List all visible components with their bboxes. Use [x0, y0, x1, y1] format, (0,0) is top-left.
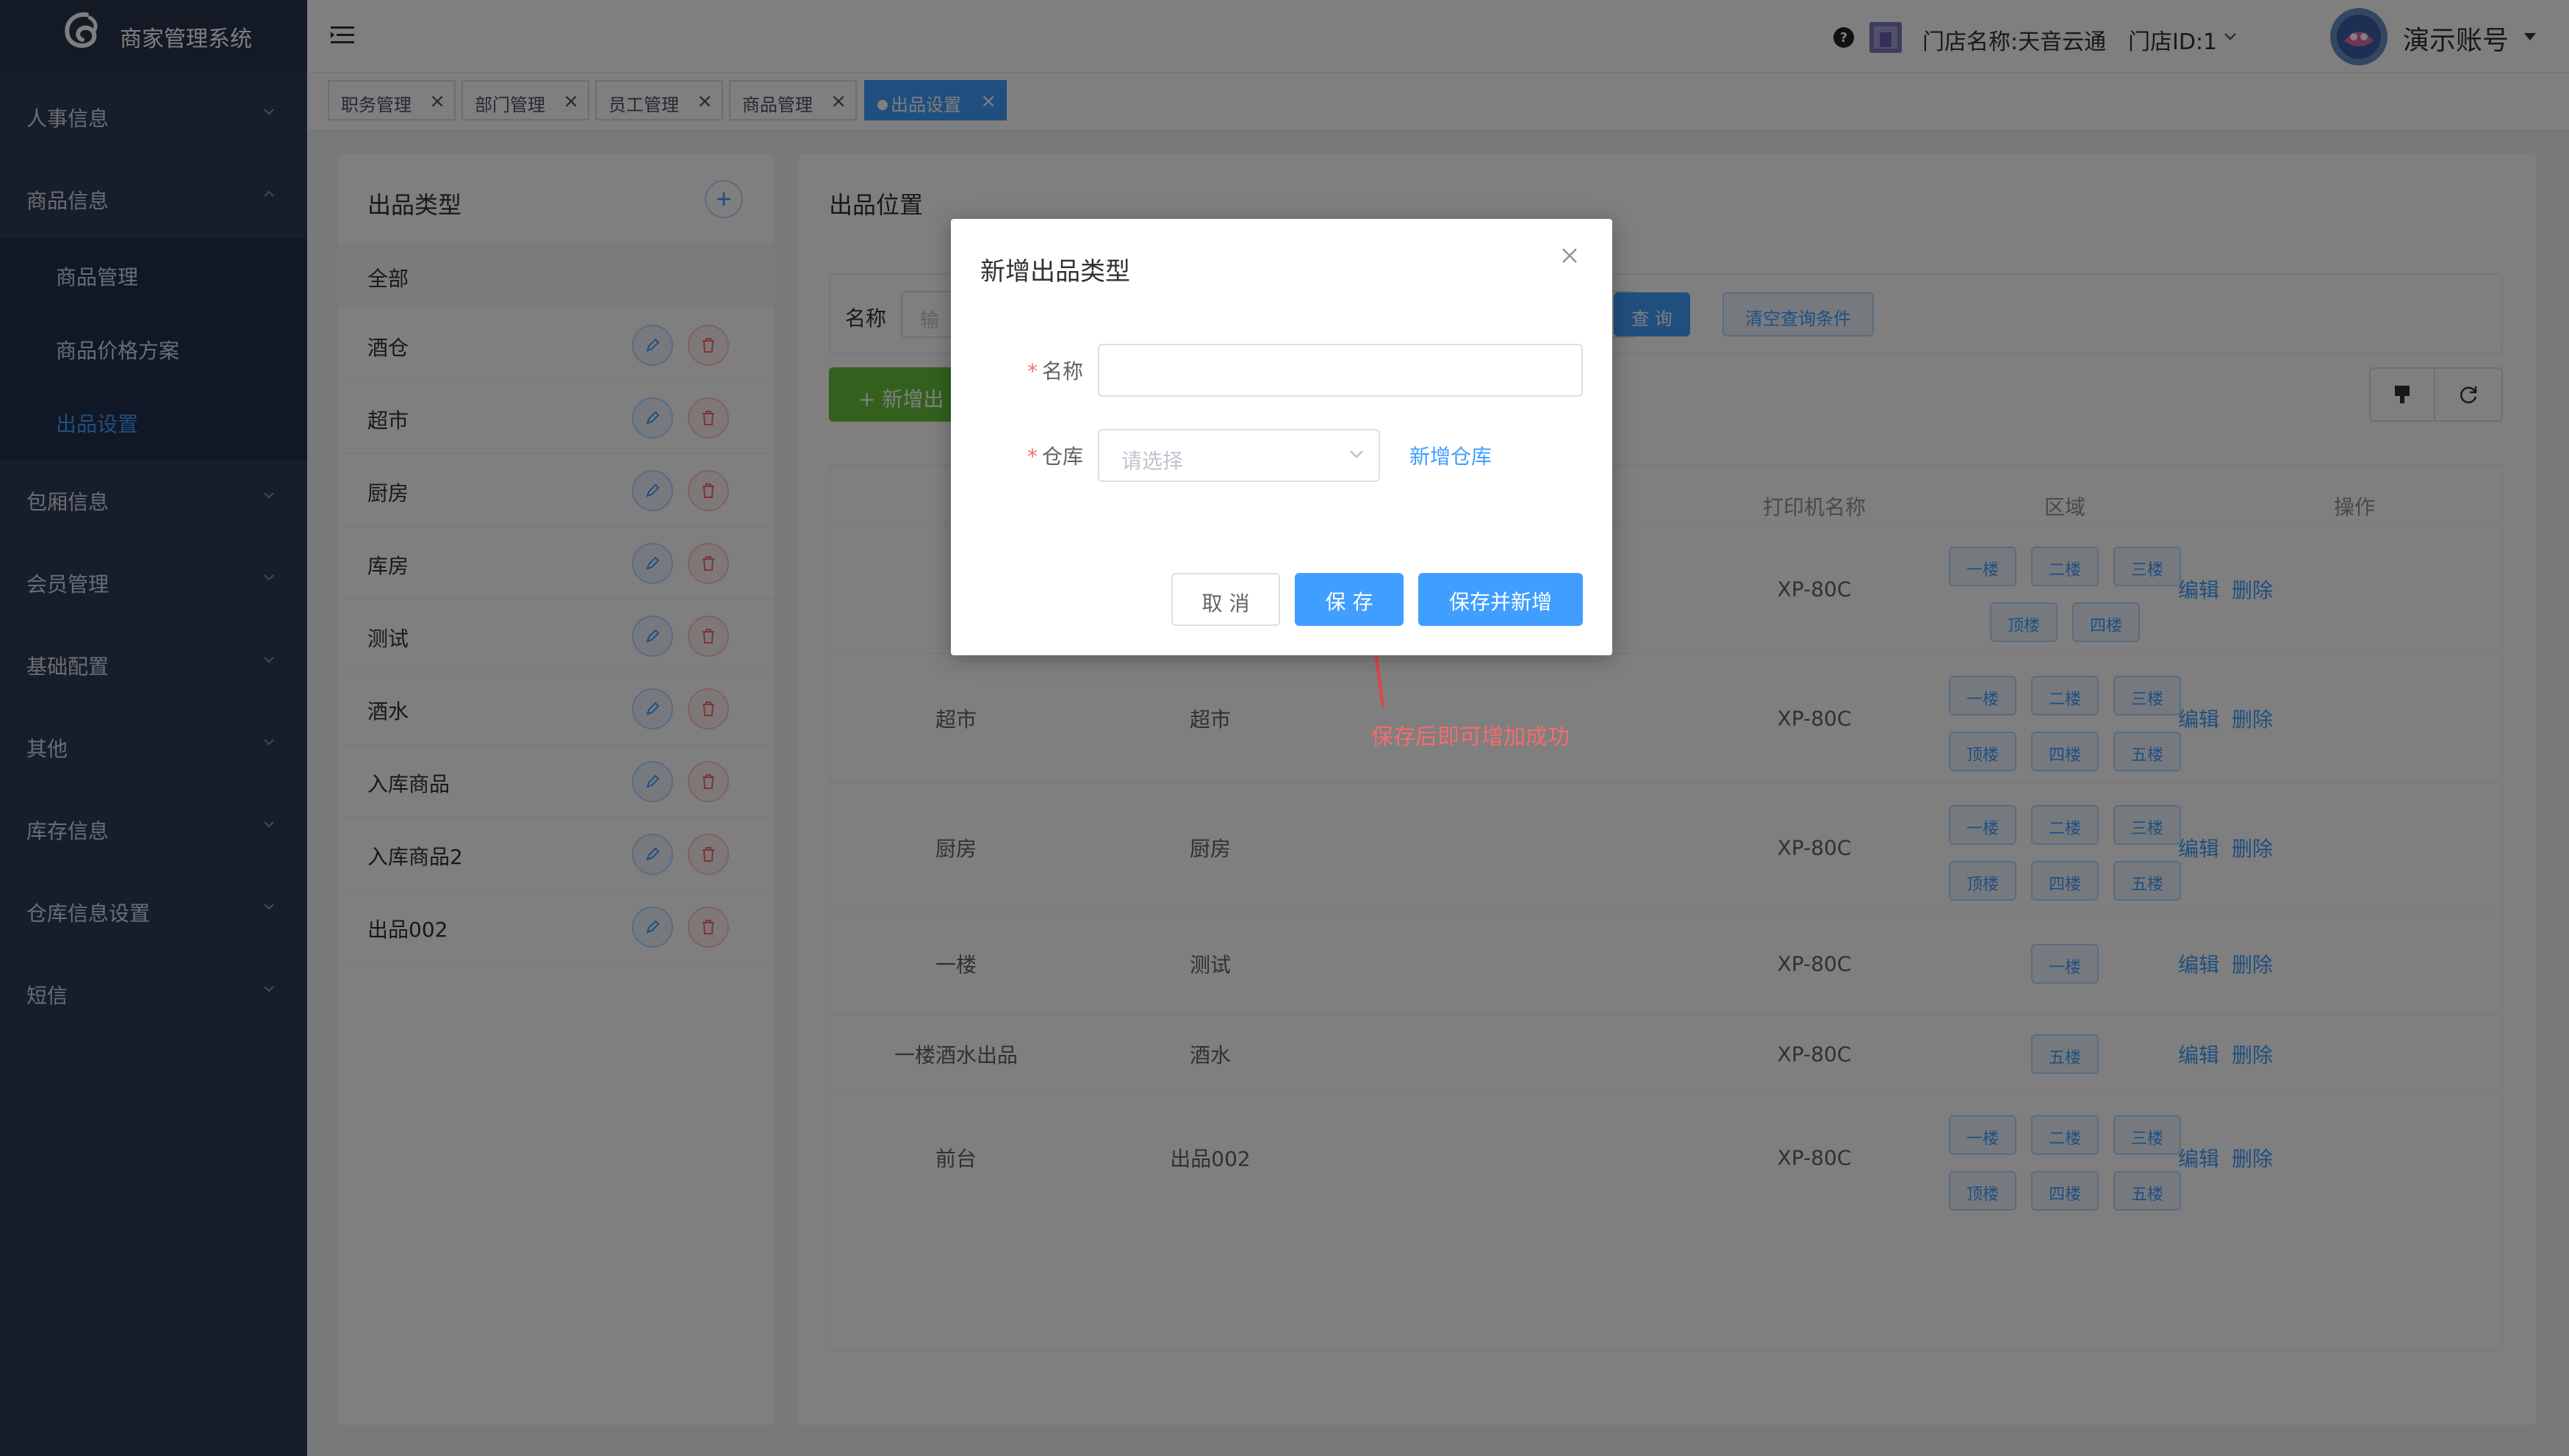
required-mark: * [1027, 444, 1038, 469]
new-warehouse-link[interactable]: 新增仓库 [1409, 441, 1492, 470]
annotation-text: 保存后即可增加成功 [1371, 724, 1570, 750]
close-icon[interactable] [1561, 247, 1578, 264]
label-text: 仓库 [1041, 444, 1083, 469]
warehouse-select[interactable]: 请选择 [1098, 429, 1380, 482]
label-text: 名称 [1041, 359, 1083, 383]
new-output-type-dialog: 新增出品类型 * 名称 * 仓库 请选择 新增仓库 取 消 保 存 保存并新增 [951, 219, 1612, 655]
dialog-title: 新增出品类型 [980, 257, 1130, 286]
select-placeholder: 请选择 [1121, 449, 1184, 473]
warehouse-field-label: * 仓库 [995, 441, 1083, 470]
chevron-down-icon [1349, 450, 1364, 458]
save-button[interactable]: 保 存 [1295, 573, 1404, 626]
name-input[interactable] [1098, 344, 1583, 397]
required-mark: * [1027, 359, 1038, 383]
save-and-new-button[interactable]: 保存并新增 [1418, 573, 1583, 626]
name-field-label: * 名称 [995, 356, 1083, 385]
cancel-button[interactable]: 取 消 [1171, 573, 1280, 626]
